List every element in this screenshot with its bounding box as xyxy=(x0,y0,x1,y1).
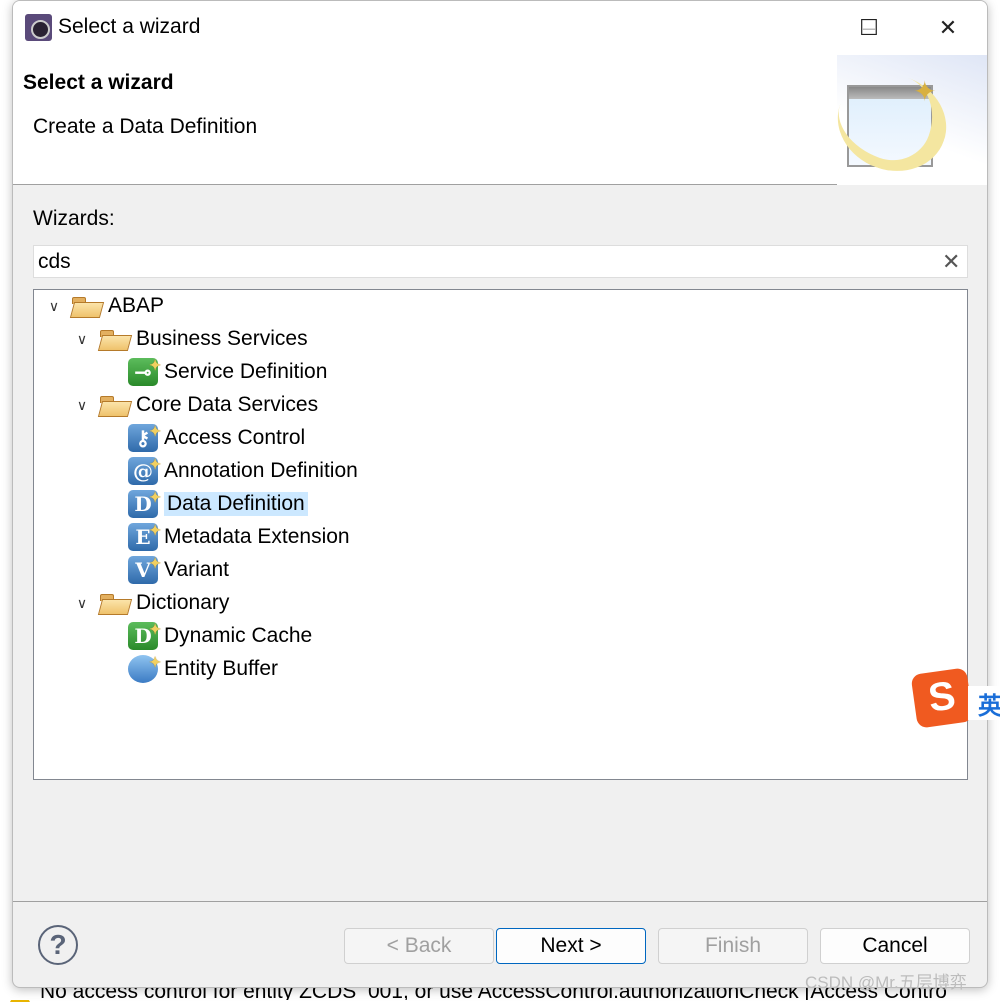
title-bar: Select a wizard – ☐ ✕ xyxy=(13,1,987,55)
chevron-down-icon[interactable]: ∨ xyxy=(72,397,92,414)
wizard-banner-image: ✦ xyxy=(824,55,987,186)
maximize-button[interactable]: ☐ xyxy=(849,13,889,43)
cancel-button[interactable]: Cancel xyxy=(820,928,970,964)
back-button[interactable]: < Back xyxy=(344,928,494,964)
select-wizard-dialog: Select a wizard – ☐ ✕ Select a wizard Cr… xyxy=(12,0,988,988)
tree-item-label: Dictionary xyxy=(136,591,230,614)
tree-item-label: Business Services xyxy=(136,327,308,350)
sogou-ime-icon[interactable]: S xyxy=(910,667,974,729)
entity-buffer-icon xyxy=(128,649,161,683)
tree-item-label: Core Data Services xyxy=(136,393,319,416)
variant-icon: V xyxy=(128,550,161,584)
wizard-header: Select a wizard Create a Data Definition… xyxy=(13,55,987,186)
next-button[interactable]: Next > xyxy=(496,928,646,964)
tree-item[interactable]: ∨ Business Services xyxy=(72,323,308,355)
data-definition-icon: D xyxy=(128,484,161,518)
tree-item[interactable]: ⊸Service Definition xyxy=(128,352,328,388)
chevron-down-icon[interactable]: ∨ xyxy=(72,595,92,612)
tree-item[interactable]: @Annotation Definition xyxy=(128,451,358,487)
chevron-down-icon[interactable]: ∨ xyxy=(44,298,64,315)
close-button[interactable]: ✕ xyxy=(928,13,968,43)
tree-item-label: Dynamic Cache xyxy=(164,624,313,647)
folder-open-icon xyxy=(72,295,102,317)
tree-item-label: Annotation Definition xyxy=(164,459,358,482)
tree-item-label: Metadata Extension xyxy=(164,525,350,548)
eclipse-icon xyxy=(25,14,52,41)
folder-open-icon xyxy=(100,328,130,350)
service-definition-icon: ⊸ xyxy=(128,352,161,386)
tree-item-label: Variant xyxy=(164,558,229,581)
tree-item[interactable]: ∨ Core Data Services xyxy=(72,389,318,421)
window-title: Select a wizard xyxy=(58,15,201,38)
tree-item[interactable]: EMetadata Extension xyxy=(128,517,350,553)
annotation-definition-icon: @ xyxy=(128,451,161,485)
finish-button[interactable]: Finish xyxy=(658,928,808,964)
access-control-icon: ⚷ xyxy=(128,418,161,452)
chevron-down-icon[interactable]: ∨ xyxy=(72,331,92,348)
clear-search-icon[interactable]: ✕ xyxy=(942,249,960,275)
tree-item[interactable]: Entity Buffer xyxy=(128,649,279,685)
tree-item-label: Access Control xyxy=(164,426,306,449)
folder-open-icon xyxy=(100,592,130,614)
tree-item[interactable]: DData Definition xyxy=(128,484,308,520)
wizards-label: Wizards: xyxy=(33,207,115,230)
wizard-tree[interactable]: ∨ ABAP ∨ Business Services⊸Service Definiti… xyxy=(33,289,968,780)
folder-open-icon xyxy=(100,394,130,416)
tree-item-label: Service Definition xyxy=(164,360,328,383)
page-subtitle: Create a Data Definition xyxy=(33,115,258,138)
tree-item-label: Data Definition xyxy=(164,492,308,516)
divider xyxy=(13,901,987,902)
tree-item[interactable]: ∨ ABAP xyxy=(44,290,164,322)
tree-item[interactable]: ∨ Dictionary xyxy=(72,587,230,619)
page-title: Select a wizard xyxy=(23,71,174,94)
tree-item-label: ABAP xyxy=(108,294,165,317)
metadata-extension-icon: E xyxy=(128,517,161,551)
watermark: CSDN @Mr.五层博弈 xyxy=(805,973,967,992)
tree-item[interactable]: ⚷Access Control xyxy=(128,418,306,454)
dynamic-cache-icon: D xyxy=(128,616,161,650)
wizard-filter-input[interactable] xyxy=(33,245,968,278)
ime-mode-indicator[interactable]: 英 xyxy=(968,686,1000,720)
tree-item[interactable]: DDynamic Cache xyxy=(128,616,313,652)
tree-item[interactable]: VVariant xyxy=(128,550,229,586)
tree-item-label: Entity Buffer xyxy=(164,657,279,680)
help-button[interactable]: ? xyxy=(38,925,78,965)
